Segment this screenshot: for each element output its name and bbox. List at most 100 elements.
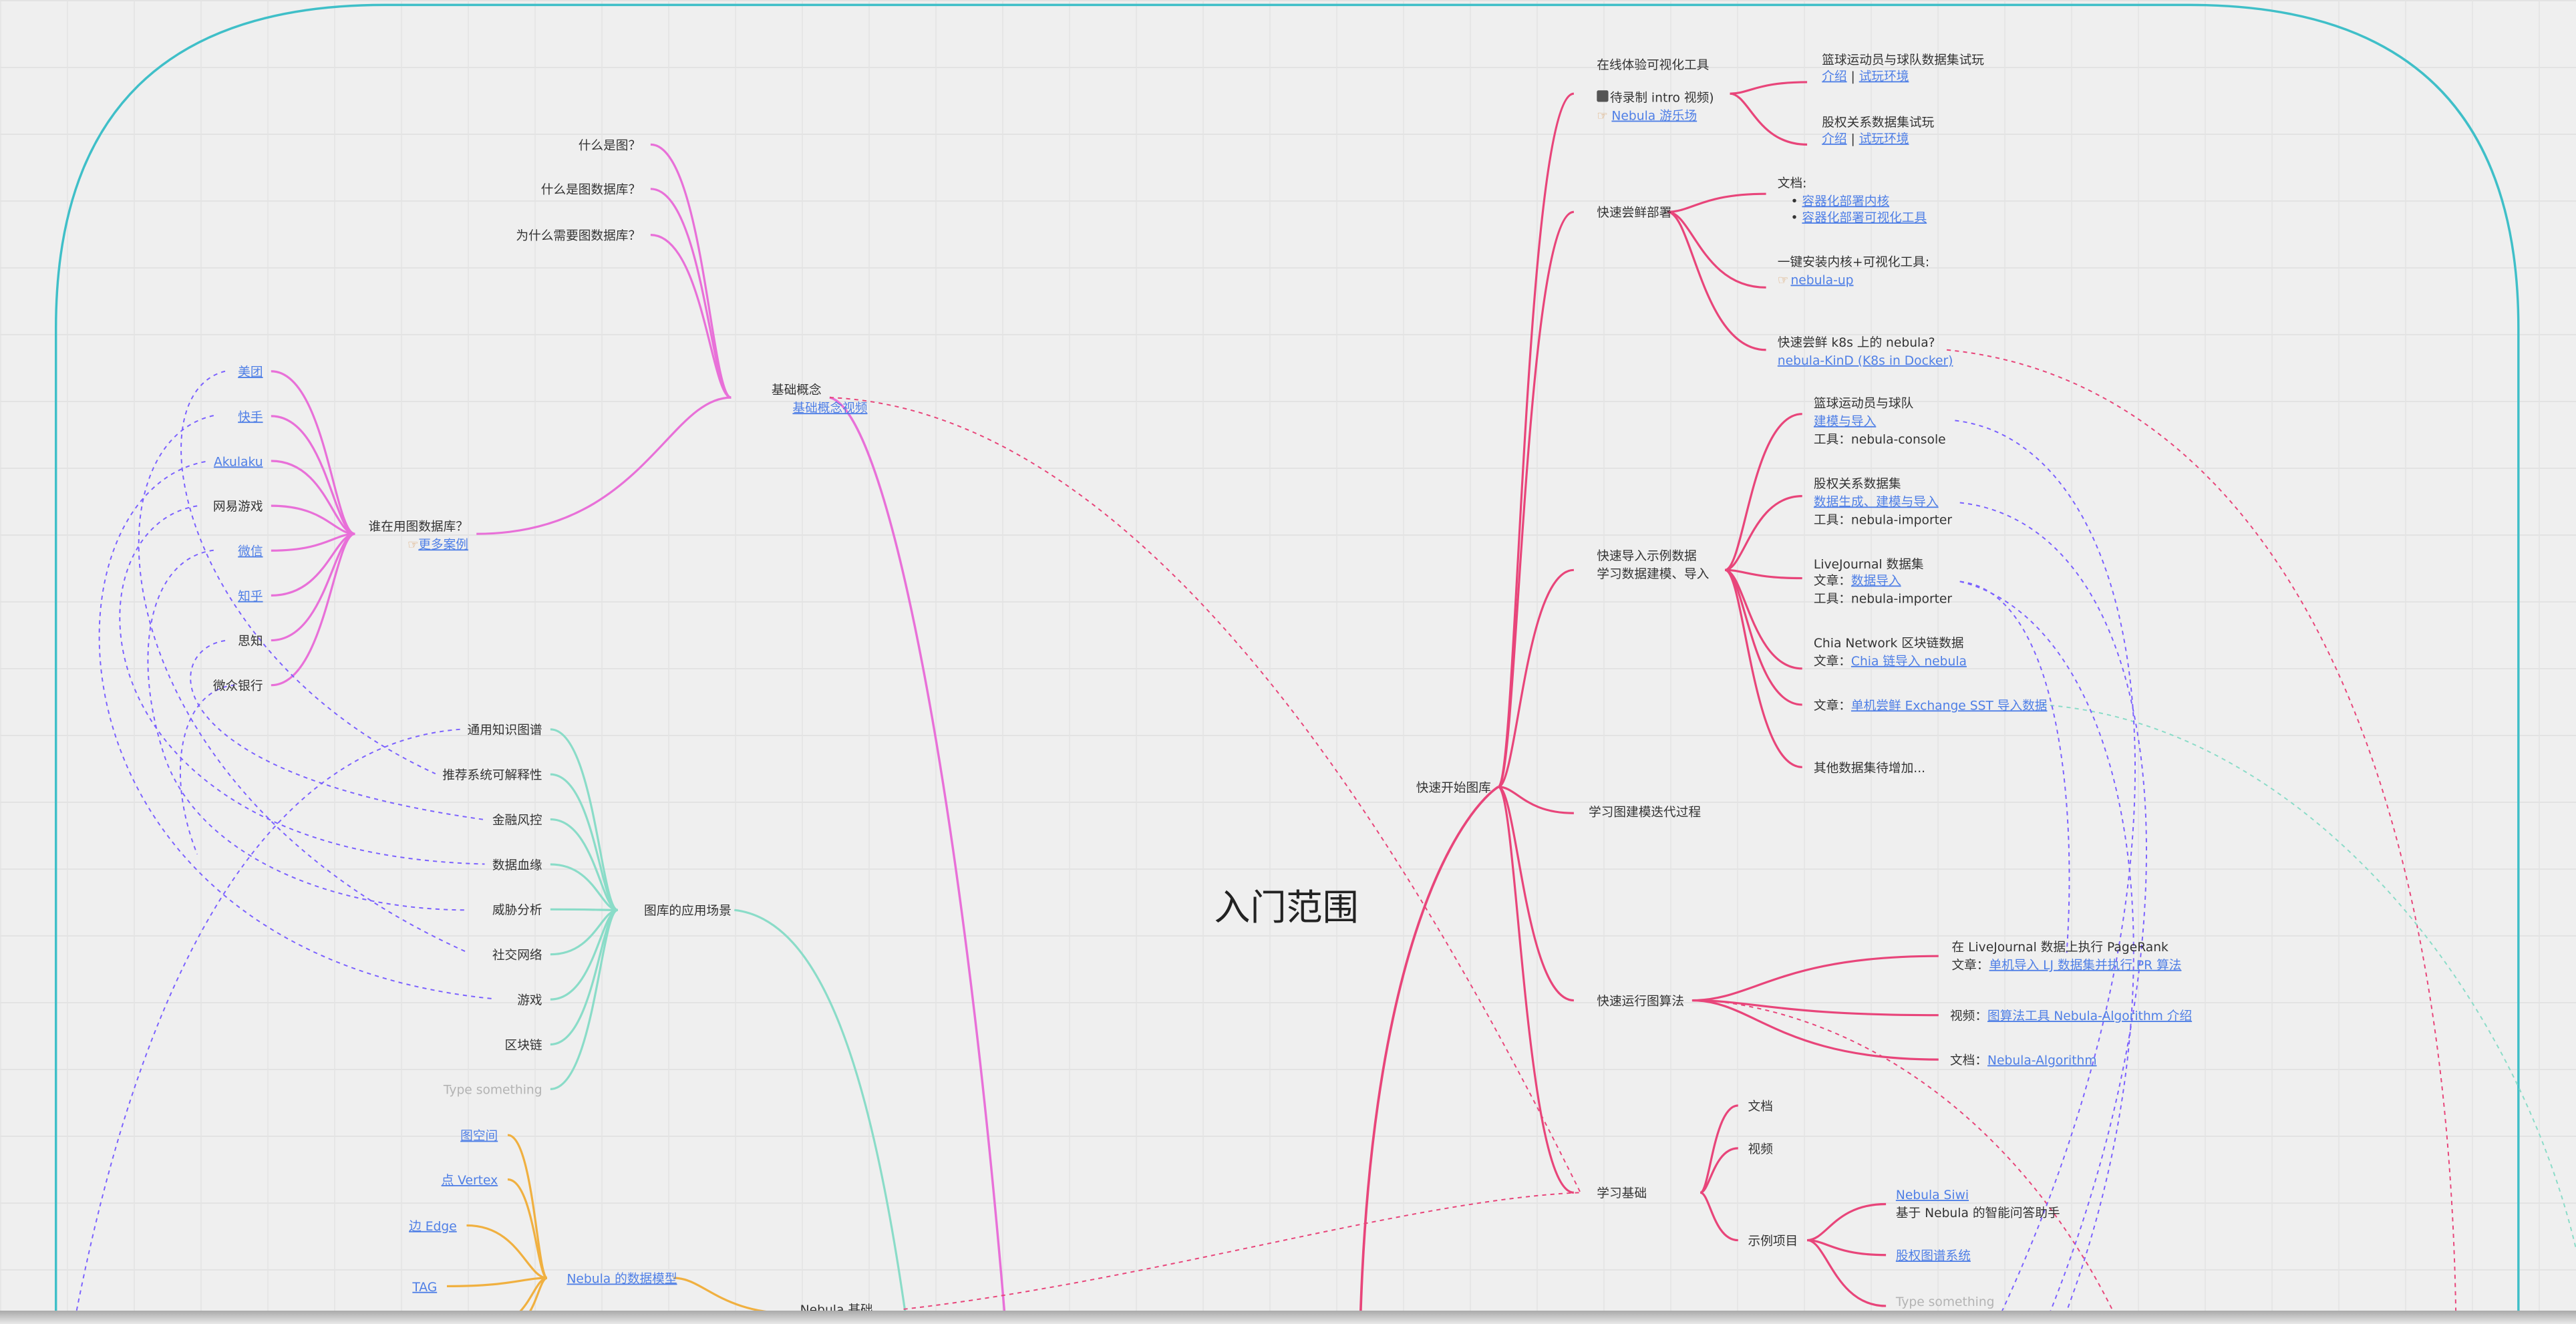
article-link[interactable]: 单机导入 LJ 数据集并执行 PR 算法: [1989, 959, 2181, 973]
node-scenario[interactable]: 通用知识图谱: [468, 723, 542, 737]
node-algo-video[interactable]: 视频：图算法工具 Nebula-Algorithm 介绍: [1950, 1009, 2192, 1023]
node-k8s[interactable]: 快速尝鲜 k8s 上的 nebula?: [1778, 336, 1935, 350]
node-scenario[interactable]: 威胁分析: [492, 904, 542, 918]
doc-link[interactable]: 容器化部署内核: [1802, 194, 1889, 208]
nebula-up-link[interactable]: nebula-up: [1790, 273, 1853, 287]
video-link[interactable]: 图算法工具 Nebula-Algorithm 介绍: [1987, 1009, 2192, 1023]
node-algo[interactable]: 快速运行图算法: [1597, 995, 1684, 1009]
node-question[interactable]: 为什么需要图数据库？: [516, 229, 641, 243]
siwi-link[interactable]: Nebula Siwi: [1896, 1188, 1969, 1202]
data-model-link[interactable]: Nebula 的数据模型: [567, 1273, 677, 1287]
doc-link[interactable]: 容器化部署可视化工具: [1802, 211, 1927, 225]
doc-link[interactable]: Nebula-Algorithm: [1987, 1053, 2097, 1067]
data-model-item[interactable]: 图空间: [460, 1130, 498, 1144]
node-import-equity[interactable]: 股权关系数据集: [1814, 477, 1901, 491]
kind-link[interactable]: nebula-KinD (K8s in Docker): [1778, 354, 1953, 368]
mindmap-canvas[interactable]: 入门范围快速开始图库在线体验可视化工具待录制 intro 视频)☞ Nebula …: [0, 0, 2576, 1324]
node-data-model-item[interactable]: TAG: [412, 1281, 437, 1295]
user-company[interactable]: Akulaku: [214, 455, 263, 469]
node-question[interactable]: 什么是图？: [579, 139, 641, 153]
node-scenario[interactable]: 金融风控: [492, 814, 542, 828]
node-basics[interactable]: 基础概念: [772, 383, 822, 397]
article-link[interactable]: 数据导入: [1851, 574, 1901, 588]
node-data-model-item[interactable]: 图空间: [460, 1130, 498, 1144]
nebula-up[interactable]: nebula-up: [1790, 273, 1853, 287]
node-import-lj[interactable]: LiveJournal 数据集: [1814, 558, 1924, 572]
node-pagerank[interactable]: 在 LiveJournal 数据上执行 PageRank: [1951, 941, 2168, 955]
user-company[interactable]: 知乎: [238, 590, 263, 604]
node-scenario[interactable]: 游戏: [517, 993, 542, 1007]
equity-links[interactable]: 介绍 | 试玩环境: [1822, 132, 1909, 146]
node-user-company[interactable]: 思知: [238, 635, 263, 649]
node-scenario[interactable]: 区块链: [505, 1039, 542, 1053]
node-siwi[interactable]: Nebula Siwi: [1896, 1188, 1969, 1202]
node-import[interactable]: 快速导入示例数据: [1597, 550, 1696, 564]
pagerank-article[interactable]: 文章：单机导入 LJ 数据集并执行 PR 算法: [1951, 959, 2181, 973]
import-link[interactable]: 建模与导入: [1814, 415, 1876, 429]
article-link[interactable]: 单机尝鲜 Exchange SST 导入数据: [1851, 699, 2048, 713]
node-deploy-docs[interactable]: 文档:: [1778, 176, 1807, 190]
node-algo-doc[interactable]: 文档：Nebula-Algorithm: [1950, 1053, 2097, 1067]
user-company[interactable]: 美团: [238, 365, 263, 379]
node-user-company[interactable]: Akulaku: [214, 455, 263, 469]
data-model-item[interactable]: 边 Edge: [409, 1220, 457, 1234]
node-import-basketball[interactable]: 篮球运动员与球队: [1814, 397, 1914, 411]
node-import-more[interactable]: 其他数据集待增加...: [1814, 762, 1925, 776]
more-cases[interactable]: 更多案例: [418, 538, 468, 552]
playground-link[interactable]: Nebula 游乐场: [1611, 110, 1697, 124]
user-company[interactable]: 快手: [238, 410, 263, 424]
node-learn-video[interactable]: 视频: [1748, 1142, 1774, 1156]
node-users[interactable]: 谁在用图数据库？: [369, 520, 468, 534]
data-model-item[interactable]: 点 Vertex: [442, 1174, 498, 1188]
new-topic-placeholder[interactable]: Type something: [443, 1084, 542, 1098]
node-online-tools[interactable]: 在线体验可视化工具: [1597, 58, 1709, 72]
node-user-company[interactable]: 微众银行: [213, 679, 263, 693]
deploy-doc-item[interactable]: • 容器化部署内核: [1790, 194, 1889, 208]
node-modeling[interactable]: 学习图建模迭代过程: [1589, 806, 1701, 820]
node-deploy[interactable]: 快速尝鲜部署: [1597, 206, 1671, 220]
node-scenario[interactable]: 推荐系统可解释性: [442, 769, 542, 783]
basics-video-link[interactable]: 基础概念视频: [792, 401, 867, 416]
node-scenario[interactable]: 数据血缘: [492, 858, 542, 872]
node-user-company[interactable]: 知乎: [238, 590, 263, 604]
central-topic[interactable]: 入门范围: [1214, 886, 1358, 929]
import-chia-article[interactable]: 文章：Chia 链导入 nebula: [1814, 655, 1967, 669]
new-topic-placeholder[interactable]: Type something: [1895, 1295, 1995, 1309]
node-scenarios[interactable]: 图库的应用场景: [644, 904, 732, 919]
node-one-click[interactable]: 一键安装内核+可视化工具:: [1778, 255, 1929, 269]
node-data-model-item[interactable]: 点 Vertex: [442, 1174, 498, 1188]
data-model-item[interactable]: TAG: [412, 1281, 437, 1295]
node-user-company[interactable]: 快手: [238, 410, 263, 424]
import-equity-link[interactable]: 数据生成、建模与导入: [1814, 495, 1939, 509]
node-equity-graph[interactable]: 股权图谱系统: [1896, 1249, 1971, 1263]
user-company[interactable]: 微信: [238, 545, 263, 559]
node-basketball-try[interactable]: 篮球运动员与球队数据集试玩: [1822, 53, 1984, 67]
import-basketball-link[interactable]: 建模与导入: [1814, 415, 1876, 429]
node-question[interactable]: 什么是图数据库？: [541, 183, 641, 197]
node-examples[interactable]: 示例项目: [1748, 1234, 1798, 1249]
node-equity-try[interactable]: 股权关系数据集试玩: [1822, 116, 1934, 130]
intro-link[interactable]: 介绍: [1822, 69, 1846, 84]
node-import-exchange[interactable]: 文章：单机尝鲜 Exchange SST 导入数据: [1814, 699, 2048, 713]
article-link[interactable]: Chia 链导入 nebula: [1851, 655, 1967, 669]
basics-video[interactable]: 基础概念视频: [792, 401, 867, 416]
kind-link-node[interactable]: nebula-KinD (K8s in Docker): [1778, 354, 1953, 368]
node-user-company[interactable]: 美团: [238, 365, 263, 379]
node-user-company[interactable]: 微信: [238, 545, 263, 559]
node-data-model[interactable]: Nebula 的数据模型: [567, 1273, 677, 1287]
import-lj-article[interactable]: 文章：数据导入: [1814, 574, 1901, 588]
node-scenario[interactable]: 社交网络: [492, 949, 542, 963]
node-import-chia[interactable]: Chia Network 区块链数据: [1814, 637, 1964, 651]
try-link[interactable]: 试玩环境: [1859, 132, 1909, 146]
node-quick-start[interactable]: 快速开始图库: [1416, 781, 1491, 795]
node-playground[interactable]: Nebula 游乐场: [1611, 110, 1697, 124]
import-link[interactable]: 数据生成、建模与导入: [1814, 495, 1939, 509]
more-cases-link[interactable]: 更多案例: [418, 538, 468, 552]
equity-graph-link[interactable]: 股权图谱系统: [1896, 1249, 1971, 1263]
node-user-company[interactable]: 网易游戏: [213, 500, 263, 514]
deploy-doc-item[interactable]: • 容器化部署可视化工具: [1790, 211, 1927, 225]
try-link[interactable]: 试玩环境: [1859, 69, 1909, 84]
node-data-model-item[interactable]: 边 Edge: [409, 1220, 457, 1234]
basketball-links[interactable]: 介绍 | 试玩环境: [1822, 69, 1909, 84]
node-learn[interactable]: 学习基础: [1597, 1187, 1647, 1201]
